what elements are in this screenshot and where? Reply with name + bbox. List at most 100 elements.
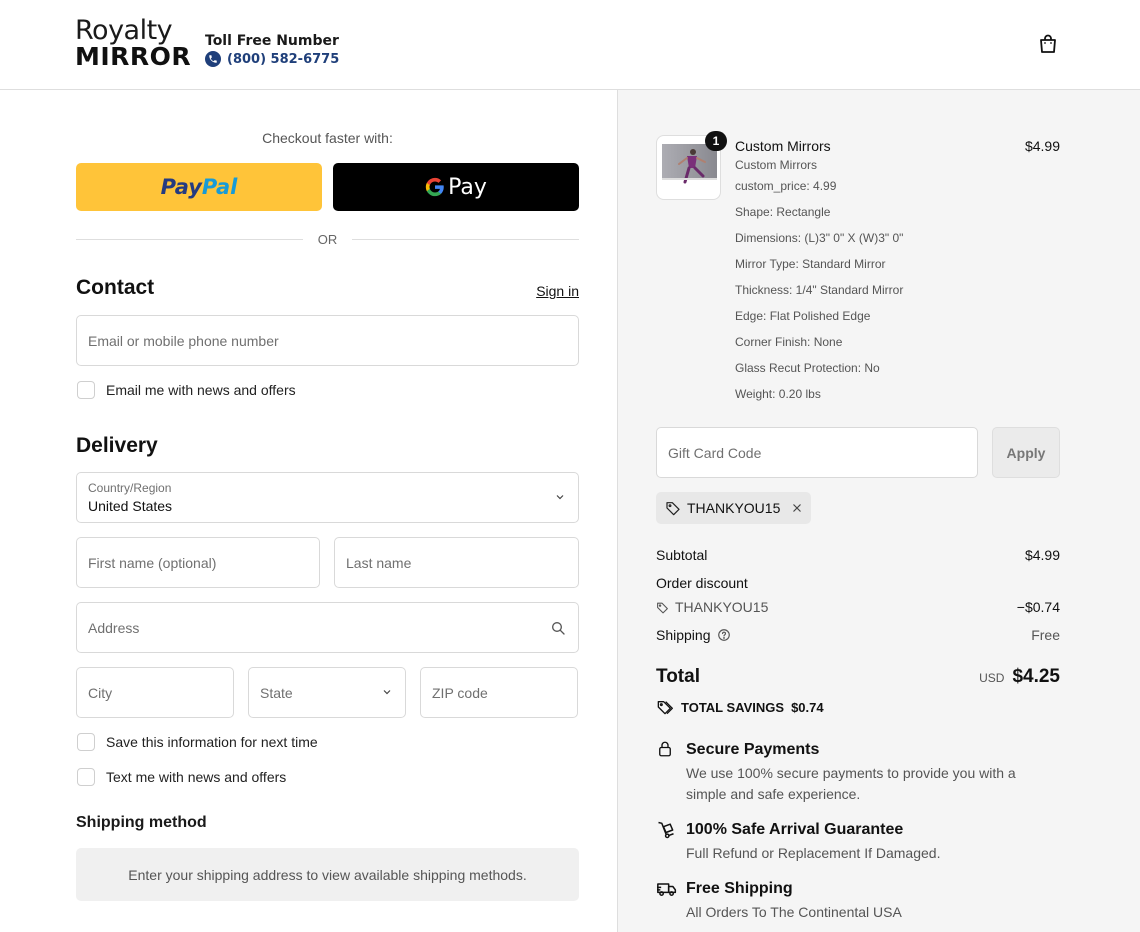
toll-free-title: Toll Free Number — [205, 33, 339, 49]
subtotal-label: Subtotal — [656, 547, 708, 563]
product-property: Custom Mirrors — [735, 158, 818, 172]
google-pay-text: Pay — [448, 174, 487, 200]
discount-code-row: THANKYOU15 — [656, 599, 768, 615]
total-savings: TOTAL SAVINGS $0.74 — [656, 699, 824, 715]
tag-icon — [665, 500, 681, 516]
gift-card-input[interactable]: Gift Card Code — [656, 427, 978, 478]
tag-icon — [656, 601, 669, 614]
text-me-checkbox[interactable] — [77, 768, 95, 786]
product-property: Thickness: 1/4" Standard Mirror — [735, 283, 904, 297]
feature-title: Secure Payments — [686, 741, 820, 758]
country-label: Country/Region — [88, 481, 172, 495]
first-name-placeholder: First name (optional) — [88, 554, 217, 571]
last-name-placeholder: Last name — [346, 554, 412, 571]
address-field[interactable]: Address — [76, 602, 579, 653]
truck-icon — [656, 879, 677, 899]
sign-in-link[interactable]: Sign in — [536, 283, 579, 299]
divider-line-right — [352, 239, 579, 240]
phone-icon — [205, 51, 221, 67]
text-me-checkbox-row[interactable]: Text me with news and offers — [77, 768, 286, 786]
product-property: Weight: 0.20 lbs — [735, 387, 821, 401]
help-icon[interactable] — [717, 628, 731, 642]
savings-label: TOTAL SAVINGS — [681, 699, 785, 715]
discount-code-chip: THANKYOU15 — [656, 492, 811, 524]
country-select[interactable]: Country/Region United States — [76, 472, 579, 523]
express-checkout-label: Checkout faster with: — [262, 130, 393, 146]
email-news-checkbox[interactable] — [77, 381, 95, 399]
shipping-label-row: Shipping — [656, 627, 731, 643]
shipping-method-notice: Enter your shipping address to view avai… — [76, 848, 579, 901]
quantity-badge: 1 — [705, 131, 727, 151]
product-property: Glass Recut Protection: No — [735, 361, 880, 375]
text-me-label: Text me with news and offers — [106, 769, 287, 785]
apply-button[interactable]: Apply — [992, 427, 1060, 478]
address-placeholder: Address — [88, 619, 140, 636]
product-property: custom_price: 4.99 — [735, 179, 837, 193]
zip-field[interactable]: ZIP code — [420, 667, 578, 718]
shipping-method-heading: Shipping method — [76, 814, 207, 831]
google-pay-button[interactable]: Pay — [333, 163, 579, 211]
chevron-down-icon — [381, 685, 393, 701]
shipping-value: Free — [1031, 627, 1060, 643]
feature-title: 100% Safe Arrival Guarantee — [686, 821, 904, 838]
google-pay-logo: Pay — [425, 175, 487, 200]
paypal-button[interactable]: PayPal — [76, 163, 322, 211]
shopping-bag-icon[interactable] — [1036, 32, 1060, 56]
shipping-label: Shipping — [656, 627, 711, 643]
subtotal-value: $4.99 — [1024, 547, 1060, 563]
email-placeholder: Email or mobile phone number — [88, 332, 279, 349]
total-value: $4.25 — [1012, 666, 1060, 687]
city-placeholder: City — [88, 684, 113, 701]
state-placeholder: State — [260, 684, 293, 701]
total-label: Total — [656, 666, 700, 687]
save-info-checkbox[interactable] — [77, 733, 95, 751]
feature-text: Full Refund or Replacement If Damaged. — [686, 845, 941, 861]
first-name-field[interactable]: First name (optional) — [76, 537, 320, 588]
order-discount-label: Order discount — [656, 575, 748, 591]
contact-heading: Contact — [76, 276, 155, 299]
chevron-down-icon — [554, 490, 566, 506]
site-header: Royalty MIRROR Toll Free Number (800) 58… — [0, 0, 1140, 90]
toll-free-block: Toll Free Number (800) 582-6775 — [205, 33, 339, 67]
google-g-icon — [425, 177, 444, 197]
save-info-checkbox-row[interactable]: Save this information for next time — [77, 733, 318, 751]
hand-truck-icon — [656, 820, 676, 840]
state-select[interactable]: State — [248, 667, 406, 718]
paypal-logo-part-b: Pal — [201, 175, 238, 199]
close-icon[interactable] — [790, 501, 804, 515]
delivery-heading: Delivery — [76, 434, 158, 457]
zip-placeholder: ZIP code — [432, 684, 488, 701]
save-info-label: Save this information for next time — [106, 734, 318, 750]
paypal-logo: PayPal — [161, 175, 238, 199]
feature-title: Free Shipping — [686, 880, 793, 897]
email-news-checkbox-row[interactable]: Email me with news and offers — [77, 381, 296, 399]
last-name-field[interactable]: Last name — [334, 537, 579, 588]
or-divider: OR — [76, 232, 579, 248]
email-field[interactable]: Email or mobile phone number — [76, 315, 579, 366]
paypal-logo-part-a: Pay — [160, 175, 202, 199]
product-name: Custom Mirrors — [735, 138, 831, 154]
discount-value: −$0.74 — [1016, 599, 1060, 615]
savings-value: $0.74 — [791, 699, 824, 715]
total-amount: USD $4.25 — [979, 666, 1060, 688]
logo-top-text: Royalty — [75, 15, 173, 46]
city-field[interactable]: City — [76, 667, 234, 718]
product-price: $4.99 — [1024, 138, 1060, 154]
brand-logo[interactable]: Royalty MIRROR — [75, 15, 192, 71]
feature-text: All Orders To The Continental USA — [686, 904, 902, 920]
product-property: Shape: Rectangle — [735, 205, 831, 219]
discount-code-name: THANKYOU15 — [675, 599, 769, 615]
toll-free-phone[interactable]: (800) 582-6775 — [205, 51, 339, 67]
country-value: United States — [88, 498, 173, 514]
feature-text: We use 100% secure payments to provide y… — [686, 765, 1016, 802]
savings-tag-icon — [656, 699, 674, 715]
product-property: Edge: Flat Polished Edge — [735, 309, 871, 323]
product-property: Corner Finish: None — [735, 335, 843, 349]
logo-bottom-text: MIRROR — [75, 42, 192, 71]
currency-code: USD — [979, 671, 1005, 685]
search-icon[interactable] — [550, 620, 566, 639]
email-news-label: Email me with news and offers — [106, 382, 296, 398]
discount-code-text: THANKYOU15 — [687, 500, 781, 516]
product-property: Dimensions: (L)3" 0" X (W)3" 0" — [735, 231, 904, 245]
gift-card-placeholder: Gift Card Code — [668, 444, 762, 461]
